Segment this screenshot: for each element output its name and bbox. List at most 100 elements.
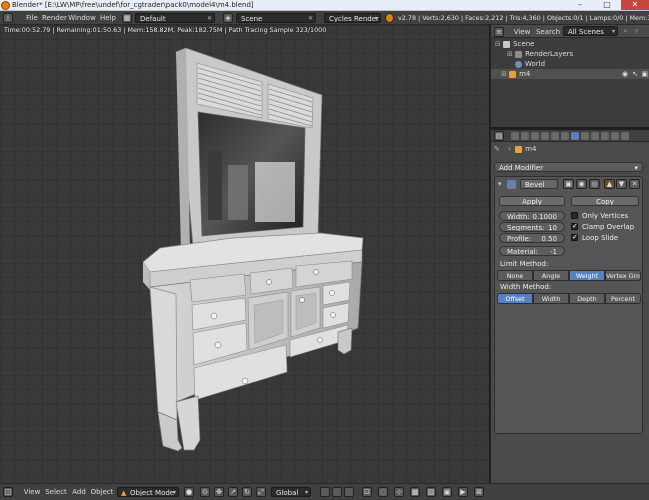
filter-icon[interactable]: ▿	[632, 26, 641, 36]
copy-button[interactable]: Copy	[571, 196, 639, 206]
transform-manipulator-icon[interactable]: ✥	[214, 487, 224, 497]
move-up-icon[interactable]: ▲	[604, 179, 615, 189]
outliner-item-scene[interactable]: ⊟ Scene	[491, 39, 649, 49]
tab-render-layers[interactable]	[521, 132, 529, 140]
tab-physics[interactable]	[621, 132, 629, 140]
maximize-button[interactable]: □	[594, 0, 620, 10]
loop-slide-checkbox[interactable]: Loop Slide	[571, 232, 618, 243]
outliner-editor-icon[interactable]: ≡	[494, 27, 504, 37]
limit-method-none[interactable]: None	[497, 270, 533, 281]
render-display-icon[interactable]: ◎	[589, 179, 600, 189]
snap-element-icon[interactable]: ▩	[410, 487, 420, 497]
outliner-item-renderlayers[interactable]: ⊞ RenderLayers	[491, 49, 649, 59]
minimize-button[interactable]: –	[567, 0, 593, 10]
width-method-label: Width Method:	[500, 283, 552, 291]
render-camera-icon[interactable]: ▣	[641, 69, 648, 79]
outliner-menu-view[interactable]: View	[511, 27, 533, 37]
screen-layout-close-icon[interactable]: ✕	[207, 14, 212, 22]
selectable-cursor-icon[interactable]: ↖	[632, 69, 638, 79]
outliner-menu-search[interactable]: Search	[535, 27, 561, 37]
menu-render[interactable]: Render	[42, 13, 67, 23]
menu-help[interactable]: Help	[98, 13, 118, 23]
tab-particles[interactable]	[611, 132, 619, 140]
3d-viewport[interactable]: Time:00:52.79 | Remaining:01:50.63 | Mem…	[0, 25, 489, 483]
only-vertices-checkbox[interactable]: Only Vertices	[571, 211, 628, 221]
outliner-item-m4[interactable]: ⊞ m4 ◉ ↖ ▣	[491, 69, 649, 79]
tab-texture[interactable]	[601, 132, 609, 140]
tab-modifiers[interactable]	[571, 132, 579, 140]
remove-modifier-icon[interactable]: ✕	[629, 179, 640, 189]
scale-icon[interactable]: ⤢	[256, 487, 266, 497]
limit-method-weight[interactable]: Weight	[569, 270, 605, 281]
opengl-render-icon[interactable]: ▣	[442, 487, 452, 497]
clamp-overlap-checkbox[interactable]: Clamp Overlap	[571, 221, 634, 232]
outliner-display-filter[interactable]: All Scenes ▾	[563, 26, 618, 36]
proportional-editing-icon[interactable]: ◌	[378, 487, 388, 497]
screen-layout-select[interactable]: Default ✕	[135, 13, 215, 23]
collapse-arrow-icon[interactable]: ▾	[498, 180, 502, 188]
viewport-shading-icon[interactable]: ●	[184, 487, 194, 497]
width-method-percent[interactable]: Percent	[605, 293, 641, 304]
render-engine-select[interactable]: Cycles Render ▾	[324, 13, 381, 23]
lock-camera-icon[interactable]: ⊡	[362, 487, 372, 497]
width-method-depth[interactable]: Depth	[569, 293, 605, 304]
limit-method-angle[interactable]: Angle	[533, 270, 569, 281]
pin-icon[interactable]: ✎	[494, 145, 500, 153]
editor-type-info-icon[interactable]: i	[3, 13, 13, 23]
visibility-eye-icon[interactable]: ◉	[622, 69, 628, 79]
close-button[interactable]: ✕	[621, 0, 649, 10]
checkbox-checked-icon	[571, 221, 578, 231]
scene-close-icon[interactable]: ✕	[308, 14, 313, 22]
properties-editor-icon[interactable]: ▤	[494, 131, 504, 141]
transform-orientation-select[interactable]: Global ▾	[271, 487, 311, 497]
tab-data[interactable]	[581, 132, 589, 140]
tab-render[interactable]	[511, 132, 519, 140]
menu-view[interactable]: View	[22, 487, 42, 497]
scene-icon[interactable]: ◈	[223, 13, 233, 23]
menu-add[interactable]: Add	[70, 487, 88, 497]
edit-mode-display-icon[interactable]: ▣	[563, 179, 574, 189]
search-icon[interactable]: ⌕	[621, 26, 630, 36]
scene-lock-icon[interactable]: ⊠	[474, 487, 484, 497]
tab-world[interactable]	[541, 132, 549, 140]
segments-field[interactable]: Segments: 10	[499, 222, 565, 232]
layer-3-icon[interactable]	[344, 487, 354, 497]
context-breadcrumb: ✎ › m4	[494, 144, 536, 155]
width-method-offset[interactable]: Offset	[497, 293, 533, 304]
limit-method-vertex-group[interactable]: Vertex Group	[605, 270, 641, 281]
screen-layout-icon[interactable]: ▦	[122, 13, 132, 23]
outliner-item-world[interactable]: World	[491, 59, 649, 69]
material-field[interactable]: Material: -1	[499, 246, 565, 256]
viewport-display-icon[interactable]: ◉	[576, 179, 587, 189]
menu-select[interactable]: Select	[44, 487, 68, 497]
translate-icon[interactable]: ↗	[228, 487, 238, 497]
rendered-dresser-model	[142, 47, 364, 452]
tab-scene[interactable]	[531, 132, 539, 140]
chevron-down-icon: ▾	[611, 28, 615, 35]
chevron-down-icon: ▾	[374, 15, 378, 22]
layer-1-icon[interactable]	[320, 487, 330, 497]
outliner-header: ≡ View Search All Scenes ▾ ⌕ ▿	[491, 25, 649, 38]
tab-constraints[interactable]	[561, 132, 569, 140]
profile-field[interactable]: Profile: 0.50	[499, 233, 565, 243]
tab-material[interactable]	[591, 132, 599, 140]
menu-object[interactable]: Object	[90, 487, 114, 497]
interaction-mode-select[interactable]: ▲ Object Mode ▾	[117, 487, 179, 497]
pivot-point-icon[interactable]: ⊙	[200, 487, 210, 497]
layer-2-icon[interactable]	[332, 487, 342, 497]
width-method-width[interactable]: Width	[533, 293, 569, 304]
add-modifier-button[interactable]: Add Modifier ▾	[494, 162, 643, 172]
editor-type-3d-view-icon[interactable]: ◫	[3, 487, 13, 497]
menu-window[interactable]: Window	[68, 13, 96, 23]
opengl-animation-icon[interactable]: ▶	[458, 487, 468, 497]
snap-icon[interactable]: ⊹	[394, 487, 404, 497]
menu-file[interactable]: File	[22, 13, 42, 23]
render-preview-icon[interactable]: ▨	[426, 487, 436, 497]
rotate-icon[interactable]: ↻	[242, 487, 252, 497]
apply-button[interactable]: Apply	[499, 196, 565, 206]
scene-select[interactable]: Scene ✕	[236, 13, 316, 23]
move-down-icon[interactable]: ▼	[616, 179, 627, 189]
modifier-name-field[interactable]: Bevel	[520, 179, 558, 189]
width-field[interactable]: Width: 0.1000	[499, 211, 565, 221]
tab-object[interactable]	[551, 132, 559, 140]
